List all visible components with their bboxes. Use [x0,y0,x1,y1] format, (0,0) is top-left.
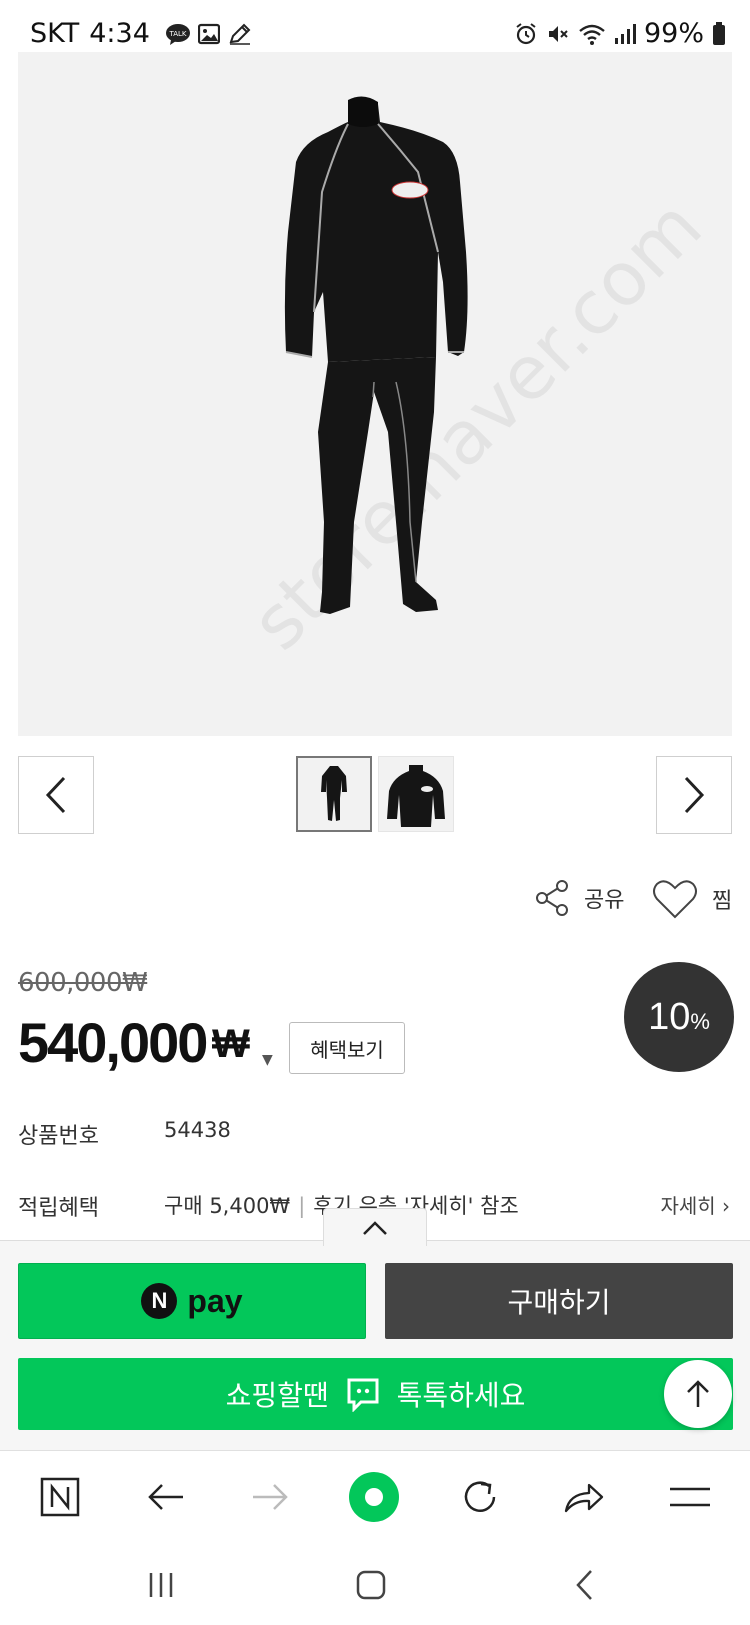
chevron-right-icon [684,776,705,814]
menu-icon [670,1487,710,1507]
share-icon [536,880,568,916]
talk-right-label: 톡톡하세요 [396,1379,526,1412]
naver-home-icon [40,1477,80,1517]
status-right: 99% [514,18,726,49]
back-arrow-icon [148,1484,183,1510]
share-button[interactable]: 공유 [532,878,624,918]
sale-price: 540,000 [18,1011,208,1074]
recents-icon [149,1573,173,1597]
heart-icon [653,880,697,919]
product-number-value: 54438 [164,1118,231,1142]
thumbnail-top-closeup[interactable] [378,756,454,832]
forward-arrow-icon [253,1484,288,1510]
next-image-button[interactable] [656,756,732,834]
talk-icon: TALK [165,23,190,45]
system-navigation [0,1542,750,1625]
refresh-button[interactable] [454,1471,506,1523]
talk-left-label: 쇼핑할땐 [225,1379,329,1412]
product-wetsuit-image [284,96,468,614]
mute-icon [548,25,568,42]
talktalk-button[interactable]: 쇼핑할땐 톡톡하세요 [18,1358,733,1430]
top-closeup-thumbnail [387,765,445,827]
naver-home-button[interactable] [34,1471,86,1523]
signal-icon [614,23,636,44]
points-label: 적립혜택 [18,1196,99,1221]
battery-percent: 99% [643,18,704,49]
currency-mark: ₩ [212,1022,250,1066]
svg-text:TALK: TALK [168,30,186,38]
full-suit-thumbnail [321,766,347,821]
clock: 4:34 [89,18,150,49]
refresh-icon [464,1481,496,1512]
scroll-top-button[interactable] [664,1360,732,1428]
chat-bubble-icon [347,1378,379,1412]
sheet-toggle[interactable] [323,1208,427,1246]
menu-button[interactable] [664,1471,716,1523]
npay-logo: N [141,1283,178,1319]
benefit-button[interactable]: 혜택보기 [289,1022,405,1074]
green-dot-icon [349,1472,399,1522]
share-arrow-icon [564,1483,604,1513]
recents-button[interactable] [136,1560,186,1610]
discount-number: 10 [648,995,691,1038]
system-back-button[interactable] [560,1560,610,1610]
share-label: 공유 [584,888,625,913]
back-icon [576,1570,592,1600]
alarm-icon [516,22,536,44]
gallery-icon [197,23,220,44]
share-page-button[interactable] [558,1471,610,1523]
prev-image-button[interactable] [18,756,94,834]
browser-toolbar [0,1450,750,1542]
home-button[interactable] [346,1560,396,1610]
back-button[interactable] [140,1471,192,1523]
points-separator: | [298,1194,306,1218]
home-icon [356,1570,386,1600]
forward-button[interactable] [244,1471,296,1523]
green-dot-button[interactable] [348,1471,400,1523]
pencil-icon [229,23,251,45]
battery-icon [713,21,725,45]
status-left: SKT 4:34 TALK [30,18,252,49]
npay-label: pay [187,1282,243,1319]
discount-unit: % [690,1009,710,1034]
discount-badge: 10 % [624,962,734,1072]
detail-link[interactable]: 자세히 › [660,1190,730,1219]
buy-button[interactable]: 구매하기 [385,1263,733,1339]
chevron-up-icon [363,1220,387,1235]
product-image-area[interactable]: store.naver.com [18,52,732,736]
npay-button[interactable]: N pay [18,1263,366,1339]
thumbnail-full-suit[interactable] [296,756,372,832]
arrow-up-icon [687,1380,709,1407]
chevron-left-icon [45,776,66,814]
price-dropdown-caret[interactable]: ▼ [262,1052,273,1068]
points-value: 구매 5,400₩ [164,1194,291,1218]
wish-button[interactable]: 찜 [652,878,732,920]
wifi-icon [579,24,605,45]
wish-label: 찜 [712,889,733,914]
carrier-label: SKT [30,18,80,49]
product-number-label: 상품번호 [18,1124,99,1149]
original-price: 600,000₩ [18,968,148,998]
